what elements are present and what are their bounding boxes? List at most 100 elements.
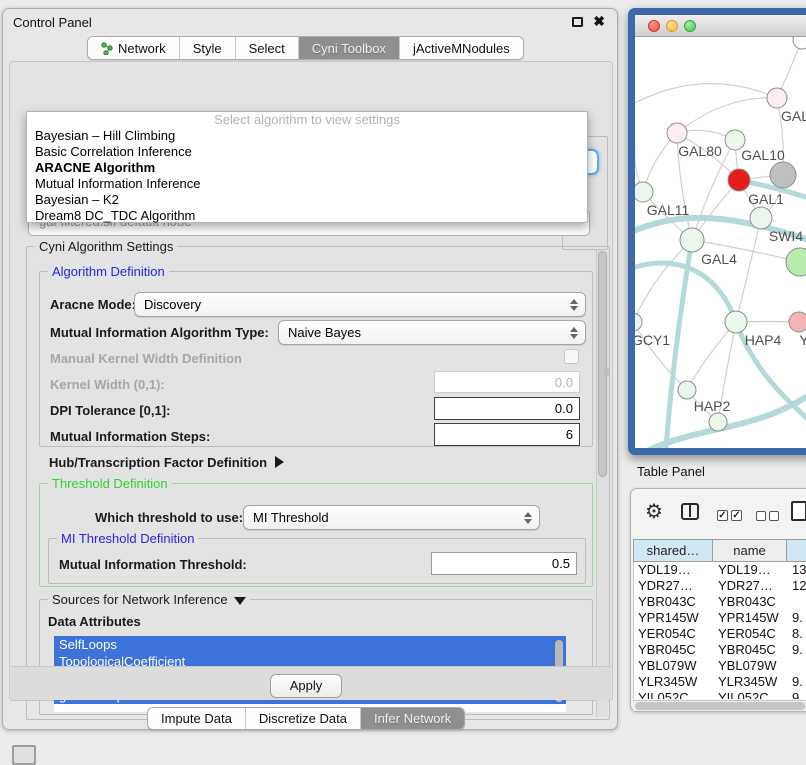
- network-node-gcy1[interactable]: [635, 313, 642, 331]
- manual-kernel-checkbox[interactable]: [564, 349, 579, 364]
- tab-impute-data[interactable]: Impute Data: [148, 708, 246, 729]
- table-row[interactable]: YIL052CYIL052C9: [634, 690, 806, 699]
- tab-label: jActiveMNodules: [413, 41, 510, 56]
- dpi-tolerance-field[interactable]: 0.0: [434, 397, 580, 420]
- network-node-hap4[interactable]: [725, 311, 747, 333]
- page-icon[interactable]: [791, 501, 806, 521]
- dpi-tolerance-label: DPI Tolerance [0,1]:: [50, 403, 170, 418]
- settings-scrollbar-thumb[interactable]: [598, 251, 607, 477]
- zoom-traffic-light-icon[interactable]: [684, 20, 696, 32]
- tab-select[interactable]: Select: [236, 37, 299, 59]
- which-threshold-value: MI Threshold: [253, 510, 329, 525]
- bottom-tabbar: Impute DataDiscretize DataInfer Network: [147, 707, 465, 730]
- tab-jactivemnodules[interactable]: jActiveMNodules: [400, 37, 523, 59]
- network-window-titlebar[interactable]: [635, 15, 806, 37]
- algorithm-option[interactable]: Mutual Information Inference: [27, 176, 587, 192]
- dock-panel-icon[interactable]: [12, 745, 36, 765]
- hide-columns-icon[interactable]: [756, 510, 779, 521]
- table-cell: YBL079W: [714, 658, 788, 674]
- table-cell: 9.: [788, 642, 806, 658]
- table-horizontal-scrollbar[interactable]: [633, 700, 806, 711]
- table-row[interactable]: YER054CYER054C8.: [634, 626, 806, 642]
- apply-button[interactable]: Apply: [270, 674, 342, 698]
- which-threshold-combo[interactable]: MI Threshold: [243, 505, 540, 530]
- attribute-item[interactable]: SelfLoops: [54, 636, 566, 653]
- network-node[interactable]: [793, 37, 806, 49]
- mi-type-value: Naive Bayes: [288, 325, 361, 340]
- tab-style[interactable]: Style: [180, 37, 236, 59]
- table-row[interactable]: YPR145WYPR145W9.: [634, 610, 806, 626]
- table-row[interactable]: YBR043CYBR043C: [634, 594, 806, 610]
- network-node-label: GAL80: [678, 143, 722, 159]
- algorithm-option[interactable]: ARACNE Algorithm: [27, 160, 587, 176]
- algorithm-dropdown-popup: Select algorithm to view settings Bayesi…: [26, 111, 588, 223]
- network-view-window[interactable]: GALGAL80GAL10GAL1GAL11SWI4GAL4GCY1HAP4YH…: [628, 8, 806, 455]
- network-node-gal11[interactable]: [635, 182, 653, 202]
- tab-label: Select: [249, 41, 285, 56]
- close-traffic-light-icon[interactable]: [648, 20, 660, 32]
- table-cell: 12: [788, 578, 806, 594]
- which-threshold-label: Which threshold to use:: [95, 510, 243, 525]
- hub-definition-label: Hub/Transcription Factor Definition: [49, 455, 267, 470]
- hub-definition-toggle[interactable]: Hub/Transcription Factor Definition: [49, 455, 284, 470]
- network-node-gal4[interactable]: [680, 228, 704, 252]
- mi-steps-field[interactable]: 6: [434, 423, 580, 446]
- tab-cyni-toolbox[interactable]: Cyni Toolbox: [299, 37, 400, 59]
- close-icon[interactable]: ✖: [593, 13, 605, 30]
- table-header-cell[interactable]: shared…: [633, 539, 713, 562]
- table-panel-window: ⚙ ✓✓ shared…nameA YDL19…YDL19…13YDR27…YD…: [630, 488, 806, 712]
- network-node-gal80[interactable]: [667, 123, 687, 143]
- table-cell: YBR043C: [634, 594, 714, 610]
- table-row[interactable]: YBR045CYBR045C9.: [634, 642, 806, 658]
- network-node-swi4[interactable]: [786, 248, 806, 276]
- mi-threshold-field[interactable]: 0.5: [431, 552, 577, 575]
- mi-threshold-group: MI Threshold Definition Mutual Informati…: [48, 538, 586, 584]
- tab-label: Style: [193, 41, 222, 56]
- network-icon: [101, 42, 113, 55]
- table-header-cell[interactable]: A: [787, 539, 806, 562]
- table-header-cell[interactable]: name: [713, 539, 787, 562]
- show-checked-columns-icon[interactable]: ✓✓: [717, 510, 742, 521]
- network-edge: [736, 218, 761, 322]
- split-columns-icon[interactable]: [681, 503, 699, 520]
- tab-network[interactable]: Network: [88, 37, 180, 59]
- mi-threshold-label: Mutual Information Threshold:: [59, 557, 247, 572]
- float-panel-icon[interactable]: [572, 17, 583, 27]
- table-row[interactable]: YDR27…YDR27…12: [634, 578, 806, 594]
- kernel-width-label: Kernel Width (0,1):: [50, 377, 165, 392]
- sources-group-title[interactable]: Sources for Network Inference: [48, 592, 250, 607]
- aracne-mode-combo[interactable]: Discovery: [134, 292, 586, 317]
- cyni-algorithm-settings-group: Cyni Algorithm Settings Algorithm Defini…: [26, 246, 610, 720]
- cyni-algorithm-settings-title: Cyni Algorithm Settings: [35, 239, 177, 254]
- minimize-traffic-light-icon[interactable]: [666, 20, 678, 32]
- network-node-gal[interactable]: [767, 88, 787, 108]
- algorithm-definition-title: Algorithm Definition: [48, 264, 169, 279]
- kernel-width-field[interactable]: 0.0: [434, 371, 580, 393]
- algorithm-option[interactable]: Bayesian – Hill Climbing: [27, 128, 587, 144]
- table-row[interactable]: YDL19…YDL19…13: [634, 562, 806, 578]
- network-node-y[interactable]: [789, 312, 806, 332]
- tab-infer-network[interactable]: Infer Network: [361, 708, 464, 729]
- table-cell: 8.: [788, 626, 806, 642]
- mi-type-combo[interactable]: Naive Bayes: [278, 320, 586, 345]
- table-scrollbar-thumb[interactable]: [635, 702, 805, 710]
- gear-icon[interactable]: ⚙: [645, 502, 663, 522]
- network-node-hap2[interactable]: [678, 381, 696, 399]
- network-node-gal1[interactable]: [728, 169, 750, 191]
- table-cell: [788, 658, 806, 674]
- settings-scrollbar[interactable]: [596, 249, 608, 717]
- algorithm-option[interactable]: Dream8 DC_TDC Algorithm: [27, 208, 587, 224]
- table-row[interactable]: YBL079WYBL079W: [634, 658, 806, 674]
- network-node[interactable]: [750, 207, 772, 229]
- algorithm-option[interactable]: Basic Correlation Inference: [27, 144, 587, 160]
- table-cell: YBR045C: [714, 642, 788, 658]
- table-row[interactable]: YLR345WYLR345W9.: [634, 674, 806, 690]
- network-canvas[interactable]: GALGAL80GAL10GAL1GAL11SWI4GAL4GCY1HAP4YH…: [635, 37, 806, 448]
- network-node[interactable]: [709, 413, 727, 431]
- combo-stepper-icon: [570, 299, 578, 311]
- network-node[interactable]: [770, 162, 796, 188]
- algorithm-option[interactable]: Bayesian – K2: [27, 192, 587, 208]
- tab-discretize-data[interactable]: Discretize Data: [246, 708, 361, 729]
- table-cell: YDR27…: [714, 578, 788, 594]
- panel-splitter-handle[interactable]: [604, 368, 609, 377]
